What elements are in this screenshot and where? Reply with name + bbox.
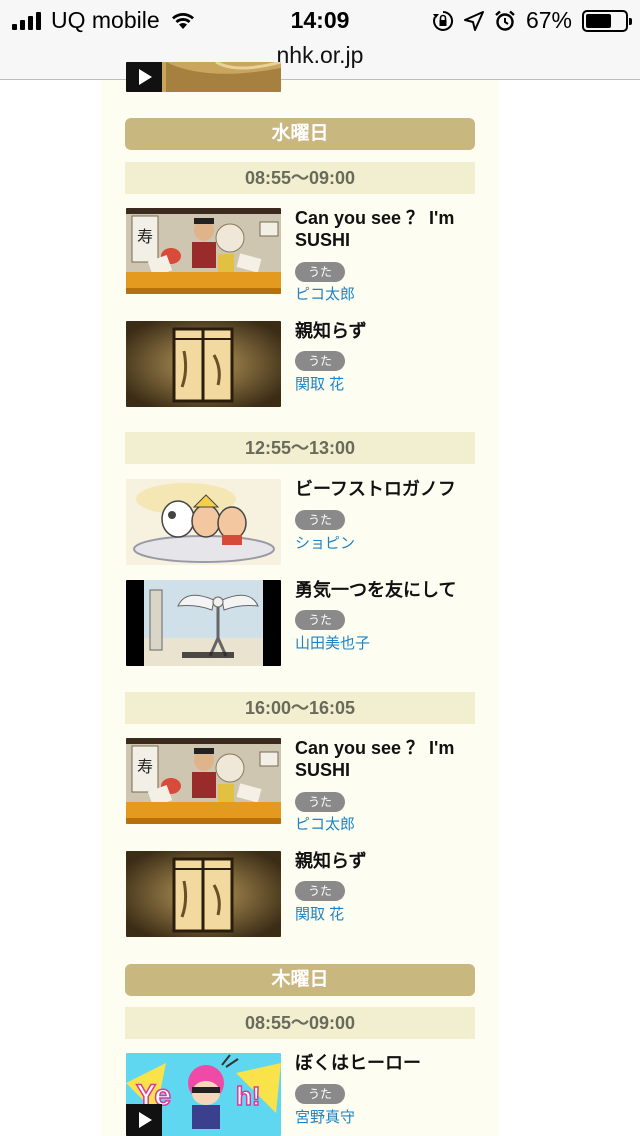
battery-percent: 67% xyxy=(525,7,572,33)
status-bar: UQ mobile 14:09 67% xyxy=(0,0,640,42)
program-title[interactable]: 親知らず xyxy=(295,850,480,872)
url-bar[interactable]: nhk.or.jp xyxy=(0,42,640,80)
video-thumbnail-sushi[interactable]: 寿 xyxy=(126,738,281,824)
artist-link[interactable]: 宮野真守 xyxy=(295,1108,355,1128)
url-domain[interactable]: nhk.or.jp xyxy=(277,42,364,68)
svg-text:寿: 寿 xyxy=(137,228,153,246)
battery-icon xyxy=(582,9,632,32)
play-icon[interactable] xyxy=(126,1104,162,1136)
genre-tag: うた xyxy=(295,351,345,371)
day-header-wednesday: 水曜日 xyxy=(125,118,475,150)
play-icon[interactable] xyxy=(126,62,162,92)
artist-link[interactable]: 山田美也子 xyxy=(295,634,370,654)
time-slot-header: 08:55〜09:00 xyxy=(125,162,475,194)
video-thumbnail-partial[interactable] xyxy=(126,62,281,92)
program-title[interactable]: Can you see ？ I'm SUSHI xyxy=(295,207,480,251)
rotation-lock-icon xyxy=(432,10,453,31)
time-slot-header: 12:55〜13:00 xyxy=(125,432,475,464)
video-thumbnail-lantern[interactable] xyxy=(126,321,281,407)
program-title[interactable]: Can you see ？ I'm SUSHI xyxy=(295,737,480,781)
video-thumbnail-sushi[interactable]: 寿 xyxy=(126,208,281,294)
video-thumbnail-lantern[interactable] xyxy=(126,851,281,937)
time-slot-header: 16:00〜16:05 xyxy=(125,692,475,724)
location-icon xyxy=(463,10,484,31)
time-slot-header: 08:55〜09:00 xyxy=(125,1007,475,1039)
genre-tag: うた xyxy=(295,610,345,630)
status-right: 67% xyxy=(432,7,632,34)
program-title[interactable]: 勇気一つを友にして xyxy=(295,579,480,601)
battery-fill xyxy=(586,13,612,28)
video-thumbnail-stroganoff[interactable] xyxy=(126,479,281,565)
alarm-icon xyxy=(495,10,515,31)
video-thumbnail-hero[interactable]: Ye h! xyxy=(126,1053,281,1136)
genre-tag: うた xyxy=(295,792,345,812)
genre-tag: うた xyxy=(295,881,345,901)
artist-link[interactable]: 関取 花 xyxy=(295,375,344,395)
genre-tag: うた xyxy=(295,262,345,282)
video-thumbnail-courage[interactable] xyxy=(126,580,281,666)
program-title[interactable]: ビーフストロガノフ xyxy=(295,478,480,500)
program-title[interactable]: 親知らず xyxy=(295,320,480,342)
genre-tag: うた xyxy=(295,1084,345,1104)
program-title[interactable]: ぼくはヒーロー xyxy=(295,1052,480,1074)
day-header-thursday: 木曜日 xyxy=(125,964,475,996)
artist-link[interactable]: ピコ太郎 xyxy=(295,285,355,305)
svg-text:h!: h! xyxy=(236,1081,261,1111)
artist-link[interactable]: ショピン xyxy=(295,534,355,554)
svg-text:寿: 寿 xyxy=(137,758,153,776)
artist-link[interactable]: 関取 花 xyxy=(295,905,344,925)
genre-tag: うた xyxy=(295,510,345,530)
artist-link[interactable]: ピコ太郎 xyxy=(295,815,355,835)
